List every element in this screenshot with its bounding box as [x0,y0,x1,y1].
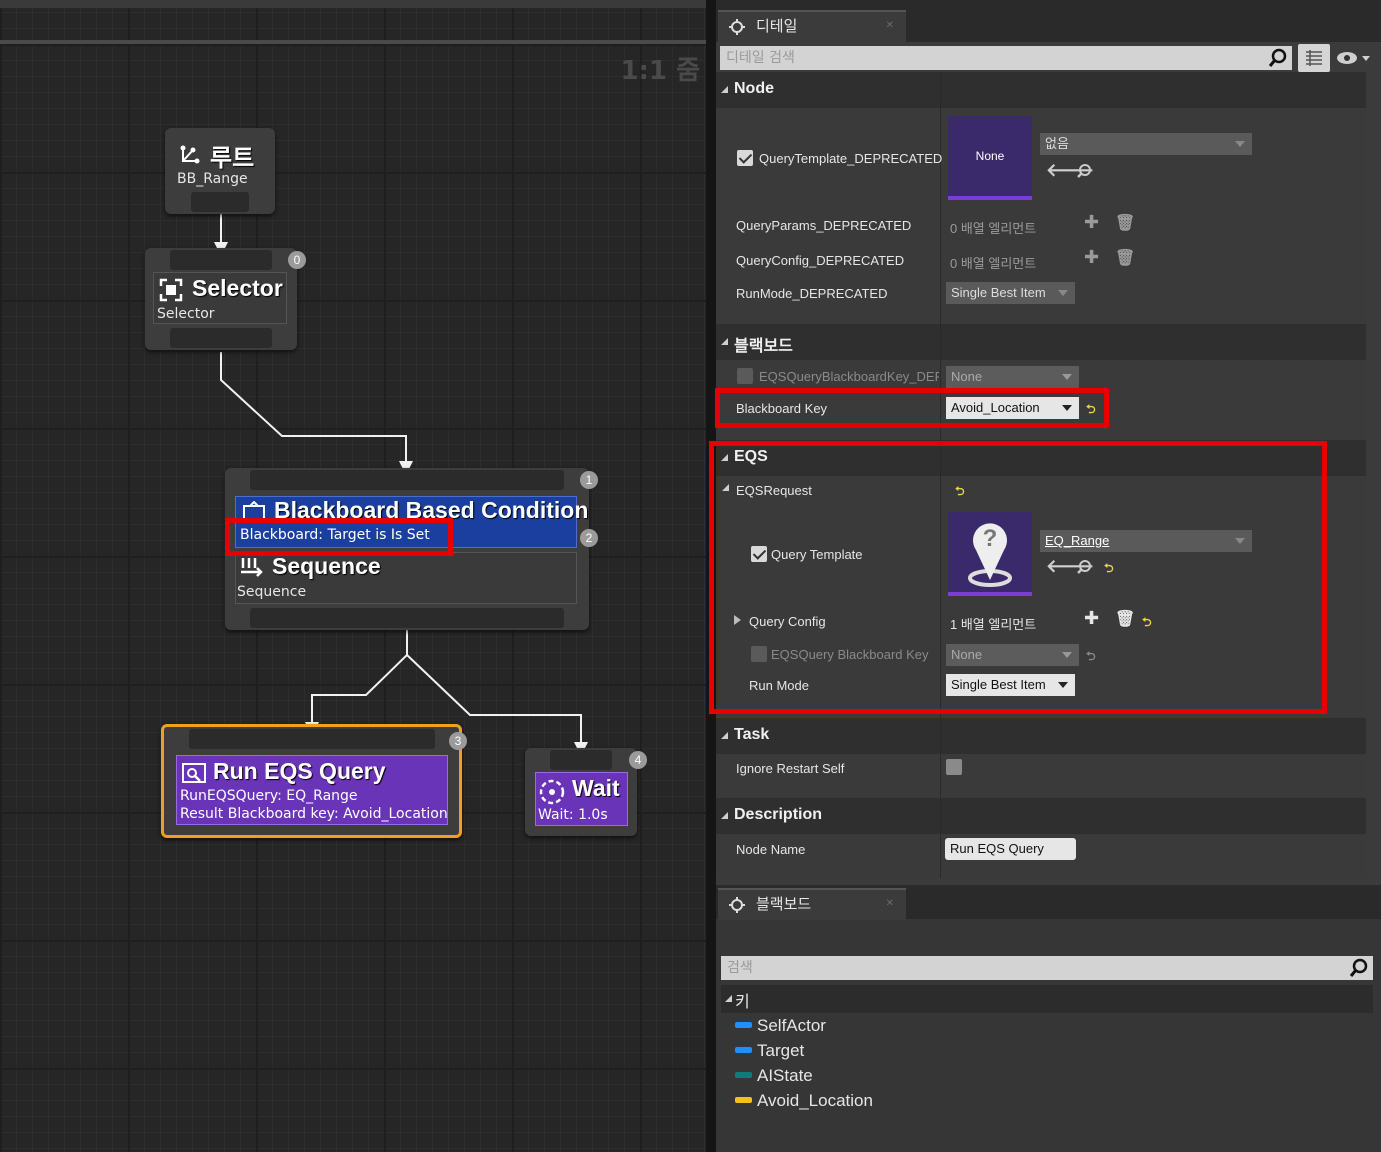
wait-input-pin[interactable] [550,750,612,770]
collapse-arrow-icon [721,812,728,819]
query-config-deprecated-label: QueryConfig_DEPRECATED [736,253,905,268]
ignore-restart-self-label: Ignore Restart Self [736,761,845,776]
sequence-icon [241,558,263,577]
eye-icon [1337,52,1370,64]
root-output-pin[interactable] [191,192,249,212]
trash-icon[interactable]: 🗑 [1115,248,1135,267]
view-options-button[interactable] [1336,50,1376,68]
collapse-arrow-icon [725,995,732,1002]
sequence-title: Sequence [272,553,381,579]
root-subtitle: BB_Range [177,171,248,187]
keys-category[interactable]: 키 [721,985,1373,1013]
tab-details[interactable]: 디테일 ✕ [718,10,906,42]
wait-node[interactable]: 4 Wait Wait: 1.0s [525,748,647,836]
selector-output-pin[interactable] [170,328,272,348]
selector-index-badge: 0 [288,251,306,269]
sequence-subtitle: Sequence [237,584,307,600]
category-node[interactable]: Node [716,72,1366,108]
property-matrix-button[interactable] [1298,44,1330,72]
details-tab-icon [729,19,745,35]
behavior-tree-graph[interactable]: 1:1 줌 루트 BB_Range Selector Selector 0 1 … [0,0,708,1152]
sequence-index-badge: 1 [580,471,598,489]
highlight-eqs-section [709,441,1327,714]
details-tab-label: 디테일 [756,17,798,35]
sequence-output-pin[interactable] [250,608,564,628]
bb-key-avoid-location[interactable]: Avoid_Location [757,1091,873,1111]
search-icon [1349,958,1368,977]
eqs-bb-key-deprecated-checkbox[interactable] [737,368,753,384]
runeqs-line1: RunEQSQuery: EQ_Range [180,788,358,804]
query-template-deprecated-combo[interactable]: 없음 [1040,133,1252,155]
search-icon [1268,48,1287,67]
trash-icon[interactable]: 🗑 [1115,213,1135,232]
key-type-swatch [735,1072,752,1078]
bb-key-aistate[interactable]: AIState [757,1066,813,1086]
blackboard-search-input[interactable]: 검색 [721,956,1373,980]
root-node[interactable]: 루트 BB_Range [165,128,275,214]
browse-search-icon[interactable] [1076,163,1092,179]
details-search-input[interactable]: 디테일 검색 [720,46,1292,70]
key-type-swatch [735,1047,752,1053]
wait-index-badge: 4 [629,751,647,769]
key-type-swatch [735,1022,752,1028]
key-type-swatch [735,1097,752,1103]
highlight-decorator-subtitle [225,518,453,556]
collapse-arrow-icon [721,338,728,345]
node-name-label: Node Name [736,842,806,857]
category-description[interactable]: Description [716,798,1366,834]
run-mode-deprecated-label: RunMode_DEPRECATED [736,286,888,301]
category-task[interactable]: Task [716,718,1366,754]
blackboard-tab-icon [729,897,745,913]
selector-input-pin[interactable] [170,250,272,270]
blackboard-tab-label: 블랙보드 [756,895,812,913]
close-icon[interactable]: ✕ [886,12,894,40]
sequence-input-pin[interactable] [250,470,564,490]
wire-selector-sequence [220,352,407,462]
selector-title: Selector [192,275,283,301]
run-eqs-query-node[interactable]: 3 Run EQS Query RunEQSQuery: EQ_Range Re… [161,724,467,838]
wire-sequence-runeqs [311,630,408,724]
eqs-bb-key-deprecated-combo[interactable]: None [946,366,1079,388]
query-template-deprecated-checkbox[interactable] [737,150,753,166]
eqs-bb-key-deprecated-label: EQSQueryBlackboardKey_DEPI [759,369,939,384]
selector-subtitle: Selector [157,306,215,322]
decorator-index-badge: 2 [580,529,598,547]
run-mode-deprecated-combo[interactable]: Single Best Item [946,282,1075,304]
close-icon[interactable]: ✕ [886,890,894,918]
collapse-arrow-icon [721,732,728,739]
wait-clock-icon [539,779,565,805]
keys-header: 키 [735,992,750,1011]
grid-icon [1306,50,1322,66]
query-params-label: QueryParams_DEPRECATED [736,218,912,233]
selector-icon [159,278,183,302]
ignore-restart-self-checkbox[interactable] [946,759,962,775]
add-element-icon[interactable]: ✚ [1084,212,1099,233]
highlight-blackboard-key [715,388,1109,428]
root-icon [180,145,200,164]
root-title: 루트 [210,145,255,172]
collapse-arrow-icon [721,86,728,93]
query-config-deprecated-value: 0 배열 엘리먼트 [950,256,1037,271]
category-blackboard[interactable]: 블랙보드 [716,324,1366,360]
runeqs-index-badge: 3 [449,732,467,750]
query-params-value: 0 배열 엘리먼트 [950,221,1037,236]
eqs-query-icon [182,763,206,783]
bb-key-target[interactable]: Target [757,1041,804,1061]
asset-thumbnail-none[interactable]: None [948,116,1032,200]
node-name-input[interactable]: Run EQS Query [945,838,1076,860]
tab-blackboard[interactable]: 블랙보드 ✕ [718,888,906,920]
query-template-deprecated-label: QueryTemplate_DEPRECATED [759,151,943,166]
wait-subtitle: Wait: 1.0s [538,807,608,823]
wait-title: Wait [572,775,620,801]
selector-node[interactable]: Selector Selector 0 [145,248,306,350]
runeqs-title: Run EQS Query [213,758,386,784]
runeqs-line2: Result Blackboard key: Avoid_Location [180,806,448,822]
runeqs-input-pin[interactable] [189,729,435,749]
add-element-icon[interactable]: ✚ [1084,247,1099,268]
bb-key-selfactor[interactable]: SelfActor [757,1016,826,1036]
